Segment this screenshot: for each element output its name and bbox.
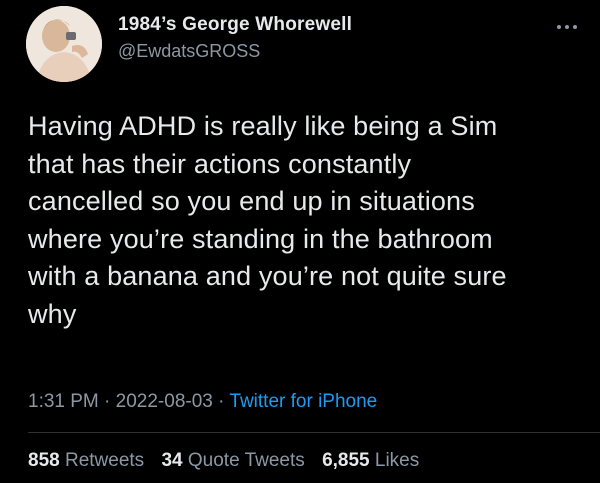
meta-separator: · [98, 391, 116, 412]
divider [28, 432, 600, 433]
more-options-button[interactable] [556, 18, 578, 29]
tweet-time[interactable]: 1:31 PM [28, 391, 99, 412]
quote-tweets-label: Quote Tweets [187, 450, 305, 471]
username-handle[interactable]: @EwdatsGROSS [118, 40, 352, 62]
retweets-label: Retweets [64, 450, 145, 471]
likes-label: Likes [374, 450, 420, 471]
tweet-meta: 1:31 PM · 2022-08-03 · Twitter for iPhon… [28, 390, 377, 414]
retweets-count: 858 [28, 450, 60, 471]
display-name[interactable]: 1984’s George Whorewell [118, 14, 352, 36]
meta-separator: · [212, 391, 230, 412]
likes-stat[interactable]: 6,855 Likes [322, 450, 419, 471]
retweets-stat[interactable]: 858 Retweets [28, 450, 144, 471]
avatar[interactable] [26, 6, 102, 82]
tweet-text: Having ADHD is really like being a Sim t… [28, 111, 507, 329]
tweet-source-link[interactable]: Twitter for iPhone [229, 391, 377, 412]
quote-tweets-count: 34 [161, 450, 183, 471]
likes-count: 6,855 [322, 450, 370, 471]
more-horizontal-icon [557, 25, 577, 29]
avatar-photo [26, 6, 102, 82]
tweet-card: 1984’s George Whorewell @EwdatsGROSS Hav… [0, 0, 600, 483]
tweet-date[interactable]: 2022-08-03 [116, 391, 213, 412]
quote-tweets-stat[interactable]: 34 Quote Tweets [161, 450, 304, 471]
author-block: 1984’s George Whorewell @EwdatsGROSS [118, 14, 352, 62]
engagement-stats: 858 Retweets 34 Quote Tweets 6,855 Likes [28, 449, 431, 473]
